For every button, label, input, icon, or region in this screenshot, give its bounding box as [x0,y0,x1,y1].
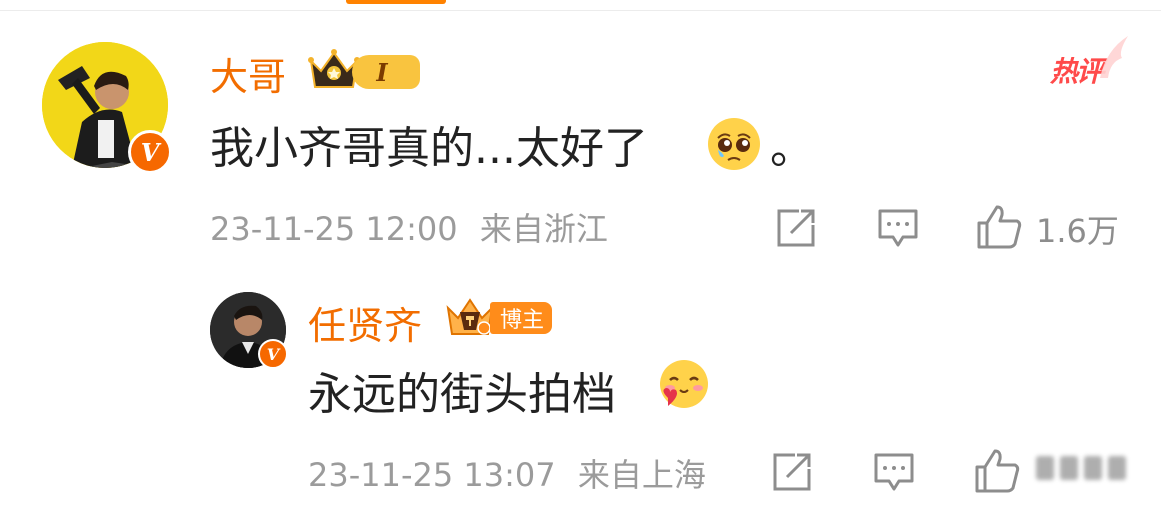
comment-icon [874,453,914,491]
thumbs-up-icon [975,449,1020,493]
hot-wing-icon [1100,36,1128,78]
divider [0,10,1161,11]
username[interactable]: 任贤齐 [308,295,422,350]
username[interactable]: 大哥 [210,46,286,101]
reply-text: 永远的街头拍档 [308,369,616,420]
like-button[interactable] [972,446,1022,496]
location: 来自上海 [577,456,706,494]
like-count-obscured [1036,452,1136,482]
crown-icon [446,298,494,335]
share-button[interactable] [774,206,818,250]
location: 来自浙江 [479,210,608,248]
share-icon [777,209,815,247]
thumbs-up-icon [977,205,1022,249]
comment-meta: 23-11-25 12:00 来自浙江 [210,204,608,250]
rank-badge: I [352,55,420,89]
verified-badge-icon: V [258,339,288,369]
pleading-face-icon [708,118,760,170]
share-button[interactable] [770,450,814,494]
reply-button[interactable] [876,206,920,250]
comment-text-period: 。 [770,123,814,174]
verified-badge-icon: V [128,130,172,174]
like-count: 1.6万 [1036,212,1119,250]
comment-text-body: 我小齐哥真的...太好了 [210,123,648,174]
hot-comment-badge: 热评 [1050,55,1104,88]
reply-meta: 23-11-25 13:07 来自上海 [308,450,706,496]
tab-indicator [346,0,446,4]
like-button[interactable] [974,202,1024,252]
share-icon [773,453,811,491]
timestamp: 23-11-25 12:00 [210,210,458,248]
blogger-badge: 博主 [490,302,553,334]
comment-text: 我小齐哥真的...太好了 [210,112,648,176]
blush-heart-face-icon [660,360,708,408]
comment-icon [878,209,918,247]
comment-thread: V 大哥 I 热评 我小齐哥真的...太好了 。 23-11-25 12:00 … [0,0,1161,506]
timestamp: 23-11-25 13:07 [308,456,556,494]
reply-button[interactable] [872,450,916,494]
